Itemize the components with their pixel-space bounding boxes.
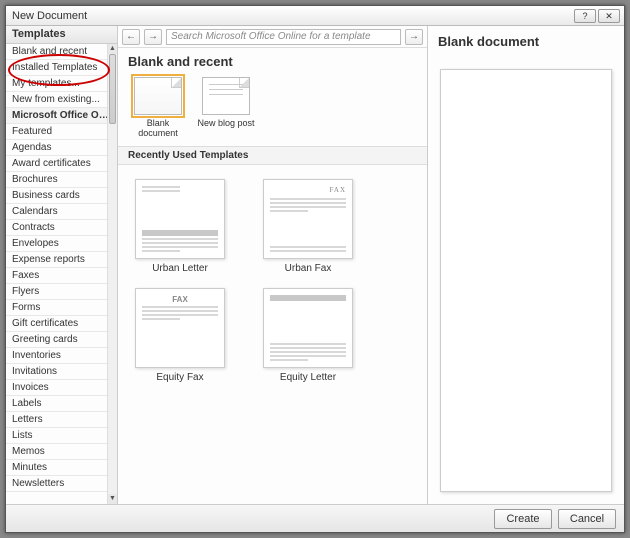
template-grid: Urban Letter FAXUrban Fax FAXEquity Fax Equ… xyxy=(118,165,427,397)
titlebar: New Document ? ✕ xyxy=(6,6,624,26)
sidebar-item[interactable]: Invitations xyxy=(6,364,117,380)
tile-row: Blank documentNew blog post xyxy=(118,73,427,146)
scroll-thumb[interactable] xyxy=(109,54,116,124)
sidebar-item[interactable]: Installed Templates xyxy=(6,60,117,76)
sidebar-item[interactable]: Greeting cards xyxy=(6,332,117,348)
template-item[interactable]: FAXEquity Fax xyxy=(130,288,230,383)
toolbar: ← → Search Microsoft Office Online for a… xyxy=(118,26,427,48)
preview-panel: Blank document xyxy=(428,26,624,504)
sidebar-item[interactable]: Award certificates xyxy=(6,156,117,172)
sidebar-item[interactable]: Memos xyxy=(6,444,117,460)
close-button[interactable]: ✕ xyxy=(598,9,620,23)
tile[interactable]: New blog post xyxy=(196,77,256,138)
template-item[interactable]: Equity Letter xyxy=(258,288,358,383)
create-button[interactable]: Create xyxy=(494,509,552,529)
sidebar-item[interactable]: Microsoft Office Online xyxy=(6,108,117,124)
sidebar-scrollbar[interactable]: ▲ ▼ xyxy=(107,44,117,504)
sidebar-header: Templates xyxy=(6,26,117,44)
sidebar-item[interactable]: New from existing... xyxy=(6,92,117,108)
sidebar-list: Blank and recentInstalled TemplatesMy te… xyxy=(6,44,117,504)
sidebar-item[interactable]: My templates... xyxy=(6,76,117,92)
sidebar-item[interactable]: Inventories xyxy=(6,348,117,364)
scroll-down-arrow[interactable]: ▼ xyxy=(108,494,117,504)
sidebar-item[interactable]: Invoices xyxy=(6,380,117,396)
template-item[interactable]: FAXUrban Fax xyxy=(258,179,358,274)
recent-header: Recently Used Templates xyxy=(118,146,427,165)
sidebar-item[interactable]: Envelopes xyxy=(6,236,117,252)
sidebar-item[interactable]: Minutes xyxy=(6,460,117,476)
sidebar-item[interactable]: Faxes xyxy=(6,268,117,284)
sidebar: Templates Blank and recentInstalled Temp… xyxy=(6,26,118,504)
sidebar-item[interactable]: Business cards xyxy=(6,188,117,204)
preview-header: Blank document xyxy=(436,34,616,49)
main-panel: ← → Search Microsoft Office Online for a… xyxy=(118,26,428,504)
sidebar-item[interactable]: Labels xyxy=(6,396,117,412)
sidebar-item[interactable]: Expense reports xyxy=(6,252,117,268)
back-button[interactable]: ← xyxy=(122,29,140,45)
scroll-up-arrow[interactable]: ▲ xyxy=(108,44,117,54)
sidebar-item[interactable]: Lists xyxy=(6,428,117,444)
sidebar-item[interactable]: Featured xyxy=(6,124,117,140)
sidebar-item[interactable]: Agendas xyxy=(6,140,117,156)
search-input[interactable]: Search Microsoft Office Online for a tem… xyxy=(166,29,401,45)
sidebar-item[interactable]: Blank and recent xyxy=(6,44,117,60)
sidebar-item[interactable]: Letters xyxy=(6,412,117,428)
sidebar-item[interactable]: Flyers xyxy=(6,284,117,300)
new-document-dialog: New Document ? ✕ Templates Blank and rec… xyxy=(5,5,625,533)
cancel-button[interactable]: Cancel xyxy=(558,509,616,529)
help-button[interactable]: ? xyxy=(574,9,596,23)
footer: Create Cancel xyxy=(6,504,624,532)
sidebar-item[interactable]: Forms xyxy=(6,300,117,316)
tile[interactable]: Blank document xyxy=(128,77,188,138)
go-button[interactable]: → xyxy=(405,29,423,45)
sidebar-item[interactable]: Contracts xyxy=(6,220,117,236)
sidebar-item[interactable]: Gift certificates xyxy=(6,316,117,332)
main-header: Blank and recent xyxy=(118,48,427,73)
template-item[interactable]: Urban Letter xyxy=(130,179,230,274)
sidebar-item[interactable]: Newsletters xyxy=(6,476,117,492)
sidebar-item[interactable]: Calendars xyxy=(6,204,117,220)
forward-button[interactable]: → xyxy=(144,29,162,45)
preview-page xyxy=(440,69,612,492)
sidebar-item[interactable]: Brochures xyxy=(6,172,117,188)
window-title: New Document xyxy=(12,10,87,22)
